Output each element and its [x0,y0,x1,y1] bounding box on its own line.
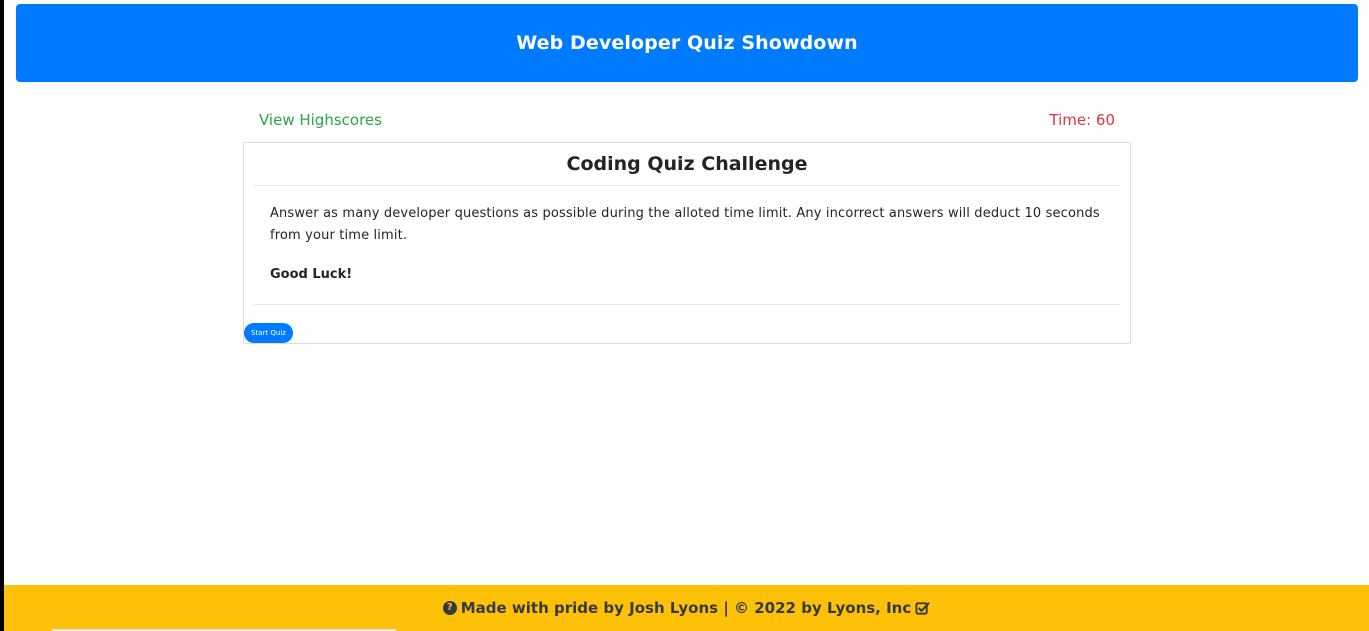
page: Web Developer Quiz Showdown View Highsco… [4,0,1369,631]
quiz-toolbar: View Highscores Time: 60 [243,108,1131,134]
site-header: Web Developer Quiz Showdown [16,4,1358,82]
card-divider-bottom [254,304,1120,305]
check-square-icon [915,601,930,616]
start-quiz-button[interactable]: Start Quiz [244,323,293,343]
quiz-title: Coding Quiz Challenge [566,153,808,175]
card-divider-top [254,185,1120,186]
view-highscores-link[interactable]: View Highscores [259,111,382,129]
footer-text: Made with pride by Josh Lyons | © 2022 b… [460,599,912,617]
timer-display: Time: 60 [1049,111,1115,129]
good-luck-text: Good Luck! [270,267,353,282]
question-circle-icon: ? [442,601,457,615]
quiz-description: Answer as many developer questions as po… [270,206,1100,243]
site-title: Web Developer Quiz Showdown [516,32,858,54]
quiz-card: Coding Quiz Challenge Answer as many dev… [243,142,1131,344]
site-footer: ? Made with pride by Josh Lyons | © 2022… [4,585,1369,631]
